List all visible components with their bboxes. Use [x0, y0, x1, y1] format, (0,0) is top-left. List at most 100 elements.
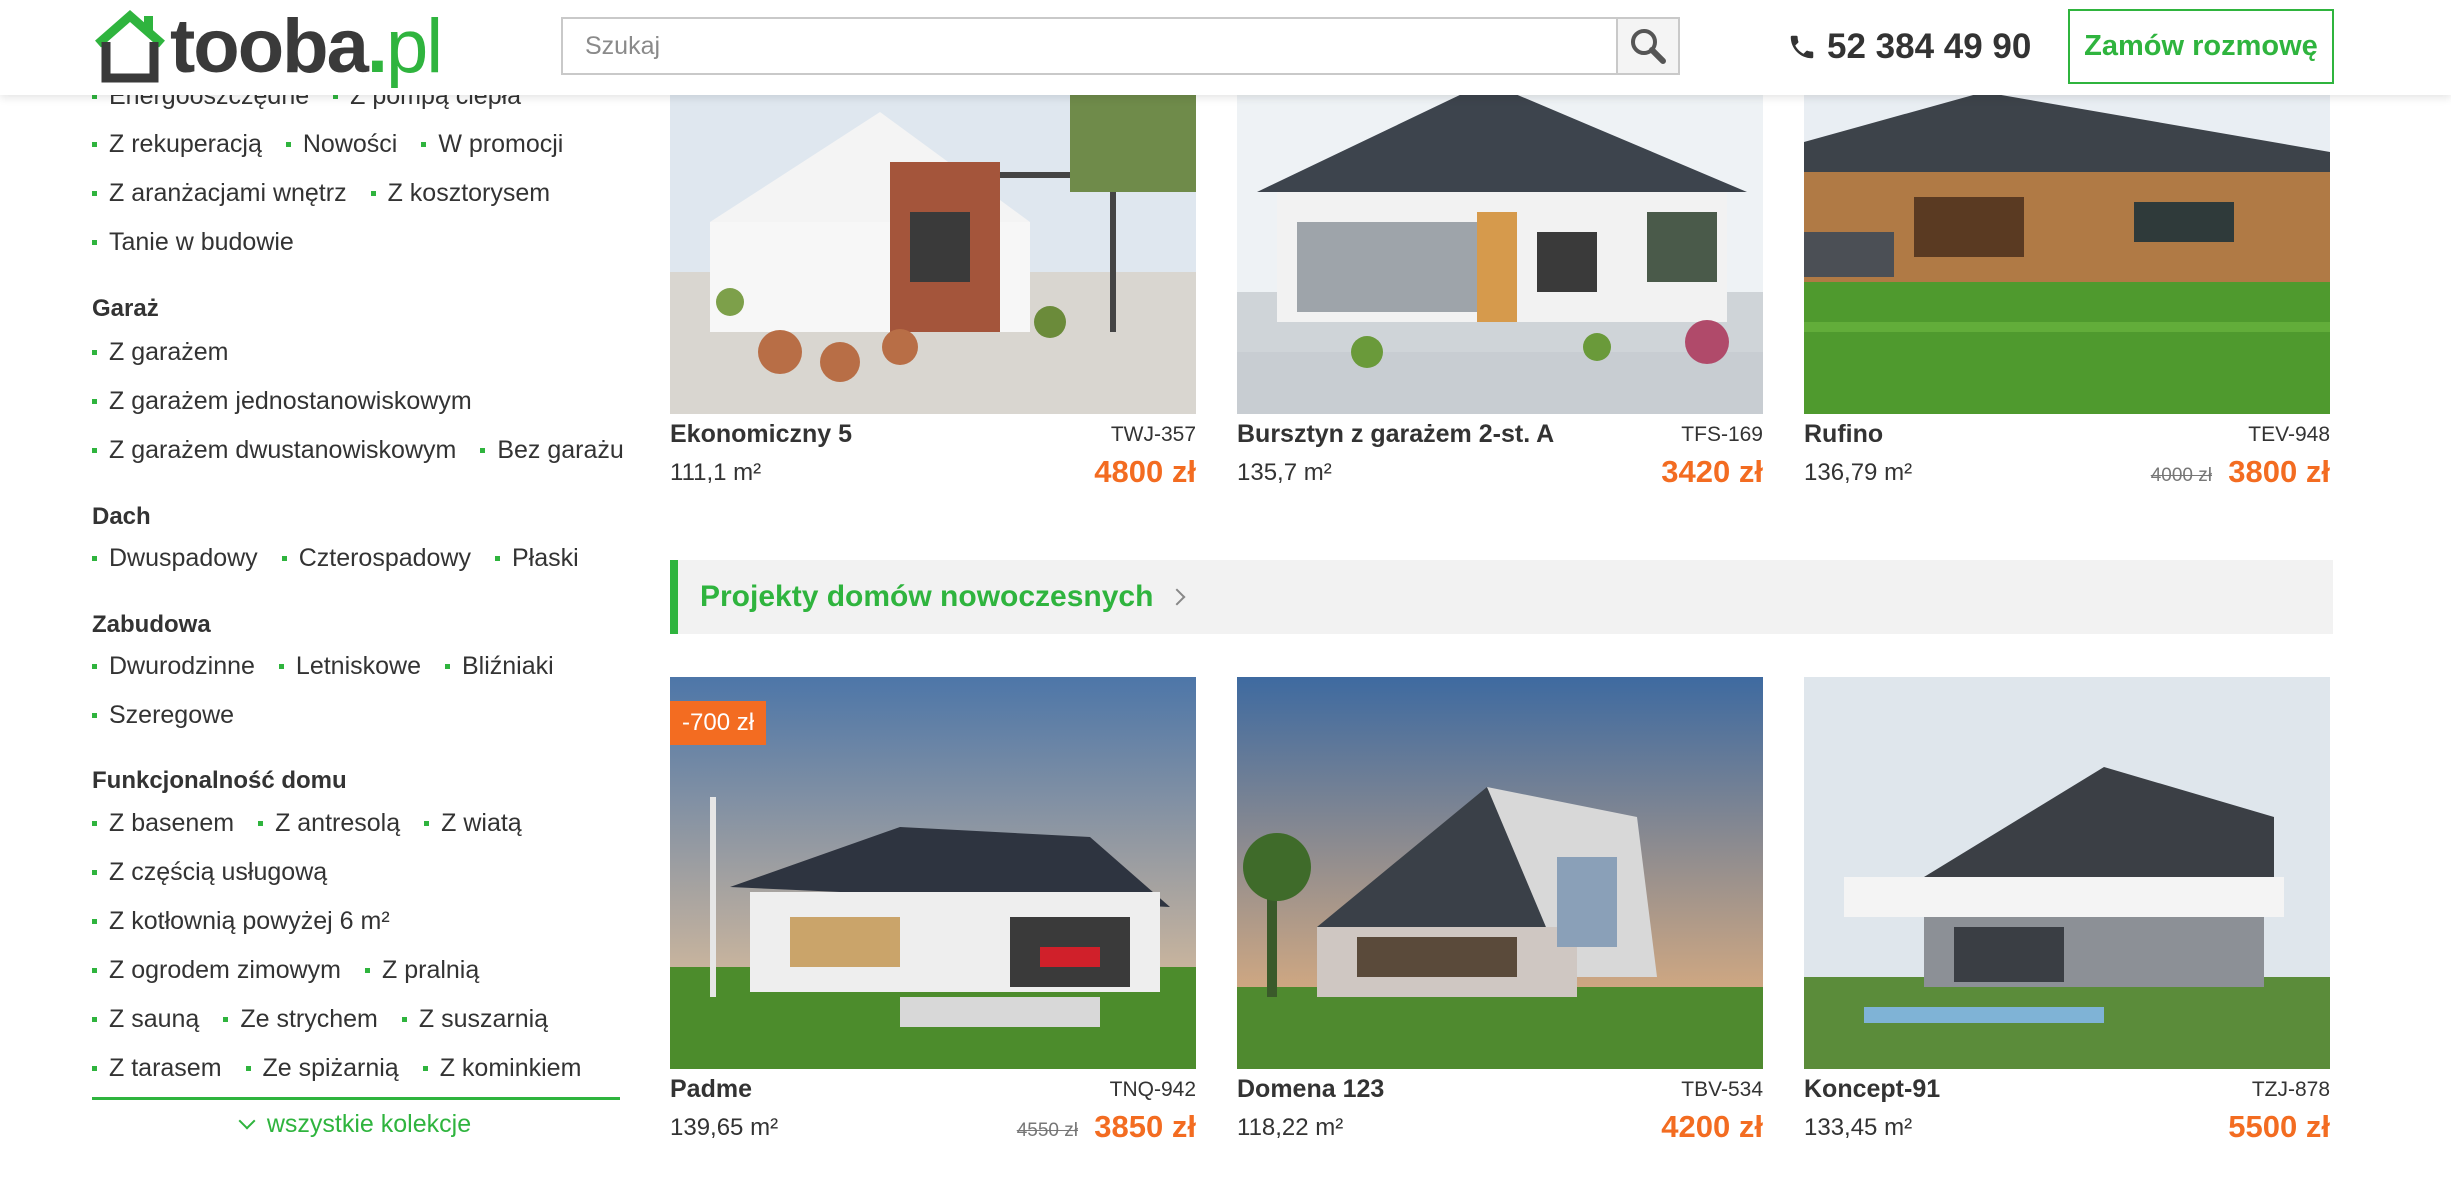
filter-line: Z basenem Z antresolą Z wiatą — [92, 805, 546, 841]
product-name[interactable]: Padme — [670, 1075, 752, 1104]
product-code: TFS-169 — [1681, 423, 1763, 446]
filter-link[interactable]: Z antresolą — [258, 809, 400, 838]
filter-line: Z rekuperacją Nowości W promocji — [92, 126, 587, 162]
search-icon — [1631, 29, 1666, 64]
search-button[interactable] — [1616, 19, 1678, 73]
filter-link[interactable]: Szeregowe — [92, 701, 234, 730]
site-header: tooba.pl 52 384 49 90 Zamów rozmowę — [0, 0, 2451, 95]
product-area: 136,79 m² — [1804, 459, 1913, 486]
product-area: 133,45 m² — [1804, 1114, 1913, 1141]
product-code: TEV-948 — [2248, 423, 2330, 446]
filter-link[interactable]: Z kosztorysem — [371, 179, 551, 208]
filter-link[interactable]: Z ogrodem zimowym — [92, 956, 341, 985]
house-image[interactable] — [1237, 677, 1763, 1069]
filter-link[interactable]: Letniskowe — [279, 652, 421, 681]
product-price: 4200 zł — [1661, 1109, 1763, 1144]
logo-text: tooba.pl — [170, 4, 443, 89]
filter-link[interactable]: Z aranżacjami wnętrz — [92, 179, 347, 208]
phone-text: 52 384 49 90 — [1827, 27, 2032, 66]
filter-link[interactable]: Z garażem jednostanowiskowym — [92, 387, 472, 416]
collections-sidebar: Energooszczędne Z pompą ciepła Z rekuper… — [92, 0, 624, 1179]
site-logo[interactable]: tooba.pl — [92, 8, 462, 86]
filter-link[interactable]: Z częścią usługową — [92, 858, 327, 887]
filter-link[interactable]: Z tarasem — [92, 1054, 222, 1083]
all-collections-label: wszystkie kolekcje — [266, 1110, 472, 1138]
filter-line: Z ogrodem zimowym Z pralnią — [92, 952, 503, 988]
filter-line: Z kotłownią powyżej 6 m² — [92, 903, 414, 939]
filter-line: Z częścią usługową — [92, 854, 351, 890]
filter-link[interactable]: Z sauną — [92, 1005, 199, 1034]
product-name[interactable]: Bursztyn z garażem 2-st. A — [1237, 420, 1554, 449]
product-name[interactable]: Rufino — [1804, 420, 1883, 449]
product-name[interactable]: Domena 123 — [1237, 1075, 1384, 1104]
filter-link[interactable]: Z basenem — [92, 809, 234, 838]
house-image[interactable] — [1804, 677, 2330, 1069]
house-photo — [1804, 677, 2330, 1069]
product-area: 111,1 m² — [670, 459, 762, 486]
product-area: 135,7 m² — [1237, 459, 1332, 486]
filter-line: Dwuspadowy Czterospadowy Płaski — [92, 540, 603, 576]
filter-line: Z sauną Ze strychem Z suszarnią — [92, 1001, 572, 1037]
house-logo-icon — [95, 10, 165, 83]
filter-line: Z tarasem Ze spiżarnią Z kominkiem — [92, 1050, 605, 1086]
discount-badge: -700 zł — [670, 701, 767, 745]
roof-heading: Dach — [92, 503, 151, 530]
filter-link[interactable]: Z wiatą — [424, 809, 522, 838]
filter-link[interactable]: Płaski — [495, 544, 579, 573]
product-name[interactable]: Koncept-91 — [1804, 1075, 1940, 1104]
filter-line: Z aranżacjami wnętrz Z kosztorysem — [92, 175, 574, 211]
filter-link[interactable]: Z rekuperacją — [92, 130, 262, 159]
garage-heading: Garaż — [92, 295, 159, 322]
filter-link[interactable]: Z garażem — [92, 338, 228, 367]
phone-icon — [1790, 35, 1814, 59]
old-price: 4000 zł — [2150, 465, 2212, 486]
search-box — [561, 17, 1680, 75]
filter-line: Dwurodzinne Letniskowe Bliźniaki — [92, 648, 578, 684]
filter-link[interactable]: Nowości — [286, 130, 397, 159]
filter-link[interactable]: Czterospadowy — [282, 544, 471, 573]
filter-link[interactable]: Z pralnią — [365, 956, 479, 985]
product-price: 3850 zł — [1094, 1109, 1196, 1144]
product-price: 3800 zł — [2228, 454, 2330, 489]
product-code: TZJ-878 — [2251, 1078, 2330, 1101]
phone-number[interactable]: 52 384 49 90 — [1787, 22, 2031, 72]
product-price: 4800 zł — [1094, 454, 1196, 489]
filter-link[interactable]: Z suszarnią — [402, 1005, 548, 1034]
search-input[interactable] — [563, 19, 1618, 73]
function-heading: Funkcjonalność domu — [92, 767, 347, 794]
section-header-modern-houses[interactable]: Projekty domów nowoczesnych — [670, 560, 2333, 634]
filter-link[interactable]: Tanie w budowie — [92, 228, 294, 257]
product-price: 5500 zł — [2228, 1109, 2330, 1144]
chevron-right-icon — [1168, 588, 1186, 606]
product-card[interactable]: Domena 123 TBV-534 118,22 m² 4200 zł — [1237, 677, 1763, 1144]
all-collections-link[interactable]: wszystkie kolekcje — [92, 1097, 620, 1139]
filter-link[interactable]: Z kominkiem — [423, 1054, 582, 1083]
filter-link[interactable]: Bez garażu — [480, 436, 623, 465]
product-code: TBV-534 — [1681, 1078, 1763, 1101]
order-call-button[interactable]: Zamów rozmowę — [2068, 9, 2334, 84]
filter-link[interactable]: Ze strychem — [223, 1005, 378, 1034]
filter-link[interactable]: Dwuspadowy — [92, 544, 258, 573]
product-card[interactable]: -700 zł Padme TNQ-942 139,65 m² 4550 zł … — [670, 677, 1196, 1144]
filter-link[interactable]: Ze spiżarnią — [246, 1054, 399, 1083]
filter-line: Szeregowe — [92, 697, 258, 733]
filter-line: Z garażem — [92, 334, 252, 370]
product-area: 118,22 m² — [1237, 1114, 1344, 1141]
chevron-down-icon — [238, 1112, 256, 1130]
filter-line: Z garażem jednostanowiskowym — [92, 383, 496, 419]
product-code: TWJ-357 — [1110, 423, 1196, 446]
filter-link[interactable]: Z garażem dwustanowiskowym — [92, 436, 456, 465]
product-area: 139,65 m² — [670, 1114, 779, 1141]
building-heading: Zabudowa — [92, 611, 211, 638]
old-price: 4550 zł — [1016, 1120, 1078, 1141]
section-title: Projekty domów nowoczesnych — [700, 580, 1154, 613]
product-price: 3420 zł — [1661, 454, 1763, 489]
filter-link[interactable]: Bliźniaki — [445, 652, 554, 681]
filter-line: Tanie w budowie — [92, 224, 318, 260]
filter-line: Z garażem dwustanowiskowym Bez garażu — [92, 432, 648, 468]
filter-link[interactable]: Z kotłownią powyżej 6 m² — [92, 907, 390, 936]
product-name[interactable]: Ekonomiczny 5 — [670, 420, 852, 449]
filter-link[interactable]: Dwurodzinne — [92, 652, 255, 681]
product-card[interactable]: Koncept-91 TZJ-878 133,45 m² 5500 zł — [1804, 677, 2330, 1144]
filter-link[interactable]: W promocji — [421, 130, 563, 159]
